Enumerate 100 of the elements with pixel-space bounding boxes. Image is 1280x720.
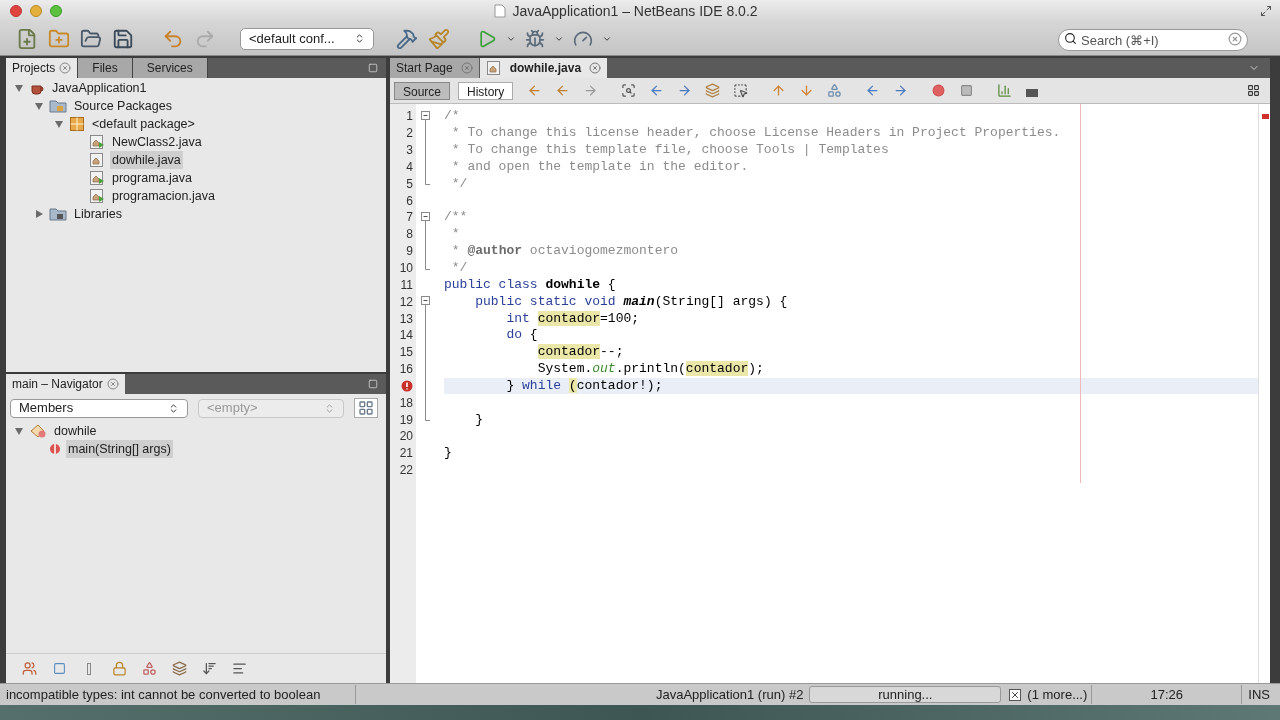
task-name: JavaApplication1 (run) #2 xyxy=(655,685,804,704)
code-line: /* xyxy=(444,108,460,125)
close-icon[interactable] xyxy=(589,62,602,74)
line-number: 20 xyxy=(399,428,413,446)
folder-icon xyxy=(49,98,67,114)
clear-icon[interactable] xyxy=(1228,31,1242,46)
tree-item[interactable]: programa.java xyxy=(110,168,194,188)
error-icon[interactable] xyxy=(401,379,413,392)
tree-item[interactable]: JavaApplication1 xyxy=(50,78,149,98)
layout-icon[interactable] xyxy=(354,398,378,418)
cancel-icon[interactable] xyxy=(1009,688,1022,701)
tree-item[interactable]: dowhile.java xyxy=(110,150,183,170)
line-number: 22 xyxy=(399,462,413,480)
status-message: incompatible types: int cannot be converted to boolean xyxy=(6,684,356,705)
close-icon[interactable] xyxy=(460,62,473,74)
window-title: JavaApplication1 – NetBeans IDE 8.0.2 xyxy=(512,1,758,21)
panel-tab[interactable]: Projects xyxy=(6,58,79,78)
line-number: 7 xyxy=(406,209,413,227)
line-number: 8 xyxy=(406,226,413,244)
brush-icon[interactable] xyxy=(426,26,452,51)
stepper-arrows-icon xyxy=(354,33,365,44)
document-icon xyxy=(494,4,507,18)
search-icon xyxy=(1064,31,1077,45)
line-number: 5 xyxy=(406,175,413,193)
file-icon xyxy=(89,152,105,168)
editor-tab[interactable]: dowhile.java xyxy=(479,58,608,78)
line-number: 15 xyxy=(399,344,413,362)
view-toggle[interactable]: History xyxy=(458,81,514,100)
close-window-button[interactable] xyxy=(10,5,22,17)
minimize-window-button[interactable] xyxy=(30,5,42,17)
runnable-file-icon xyxy=(89,134,105,150)
expanded-arrow-icon[interactable] xyxy=(14,83,24,93)
class-icon xyxy=(29,423,47,439)
close-icon[interactable] xyxy=(59,62,72,74)
code-line: * To change this template file, choose Tools | Templates xyxy=(450,142,889,159)
code-line: int contador=100; xyxy=(505,310,640,327)
runnable-file-icon xyxy=(89,170,105,186)
insert-mode: INS xyxy=(1248,685,1270,704)
panel-title: main – Navigator xyxy=(12,376,103,393)
zoom-window-button[interactable] xyxy=(50,5,62,17)
minimize-panel-icon[interactable] xyxy=(368,63,378,73)
line-number: 19 xyxy=(399,411,413,429)
method-icon xyxy=(49,443,61,455)
code-line: contador--; xyxy=(536,344,624,361)
line-number: 10 xyxy=(399,260,413,277)
code-line: */ xyxy=(450,260,468,276)
line-number: 1 xyxy=(406,108,413,126)
panel-tab[interactable]: Files xyxy=(78,58,133,78)
code-line: } while (contador!); xyxy=(505,377,663,394)
tree-item[interactable]: Libraries xyxy=(72,204,124,224)
line-number: 16 xyxy=(399,361,413,379)
code-line: public class dowhile { xyxy=(444,276,616,293)
collapsed-arrow-icon[interactable] xyxy=(34,209,44,219)
expanded-arrow-icon[interactable] xyxy=(34,101,44,111)
stepper-arrows-icon xyxy=(324,402,335,414)
line-number: 13 xyxy=(399,310,413,328)
code-line: * To change this license header, choose License Headers in Project Properties. xyxy=(450,125,1061,142)
panel-tab[interactable]: Services xyxy=(132,58,208,78)
fold-end-icon xyxy=(425,175,430,186)
code-line: } xyxy=(444,445,452,462)
line-number: 4 xyxy=(406,158,413,176)
code-line: * and open the template in the editor. xyxy=(450,158,749,175)
code-line: public static void main(String[] args) { xyxy=(474,293,788,310)
search-field[interactable]: Search (⌘+I) xyxy=(1058,29,1248,51)
tree-item[interactable]: dowhile xyxy=(52,421,99,441)
stepper-arrows-icon xyxy=(168,402,179,414)
tree-item[interactable]: main(String[] args) xyxy=(66,439,173,459)
fullscreen-icon[interactable] xyxy=(1260,5,1272,17)
line-number: 11 xyxy=(400,276,413,294)
filter-dropdown[interactable]: Members xyxy=(10,398,188,418)
code-line: * xyxy=(450,226,460,243)
line-number: 12 xyxy=(399,293,413,311)
expanded-arrow-icon[interactable] xyxy=(54,119,64,129)
line-number: 9 xyxy=(406,243,413,261)
code-line: } xyxy=(474,411,484,428)
close-icon[interactable] xyxy=(106,378,119,390)
code-line: System.out.println(contador); xyxy=(536,361,764,378)
expanded-arrow-icon[interactable] xyxy=(14,426,24,436)
file-icon xyxy=(485,60,502,76)
tree-item[interactable]: programacion.java xyxy=(110,186,217,206)
line-number: 14 xyxy=(399,327,413,345)
tree-item[interactable]: Source Packages xyxy=(72,96,174,116)
line-number: 3 xyxy=(406,142,413,160)
line-number: 2 xyxy=(406,125,413,143)
line-number: 6 xyxy=(406,192,413,210)
tree-item[interactable]: NewClass2.java xyxy=(110,132,204,152)
tree-item[interactable]: <default package> xyxy=(90,114,197,134)
folder-icon xyxy=(49,206,67,222)
code-line: */ xyxy=(450,175,468,192)
configuration-dropdown[interactable]: <default conf... xyxy=(240,27,374,50)
editor-tab[interactable]: Start Page xyxy=(390,58,479,78)
minimize-panel-icon[interactable] xyxy=(368,379,378,389)
runnable-file-icon xyxy=(89,188,105,204)
code-line: do { xyxy=(505,327,538,344)
more-tasks-link[interactable]: (1 more...) xyxy=(1027,684,1093,705)
package-icon xyxy=(69,116,85,132)
fold-end-icon xyxy=(425,411,430,422)
view-toggle[interactable]: Source xyxy=(394,81,451,100)
caret-position: 17:26 xyxy=(1092,684,1243,705)
code-line: /** xyxy=(444,209,468,226)
